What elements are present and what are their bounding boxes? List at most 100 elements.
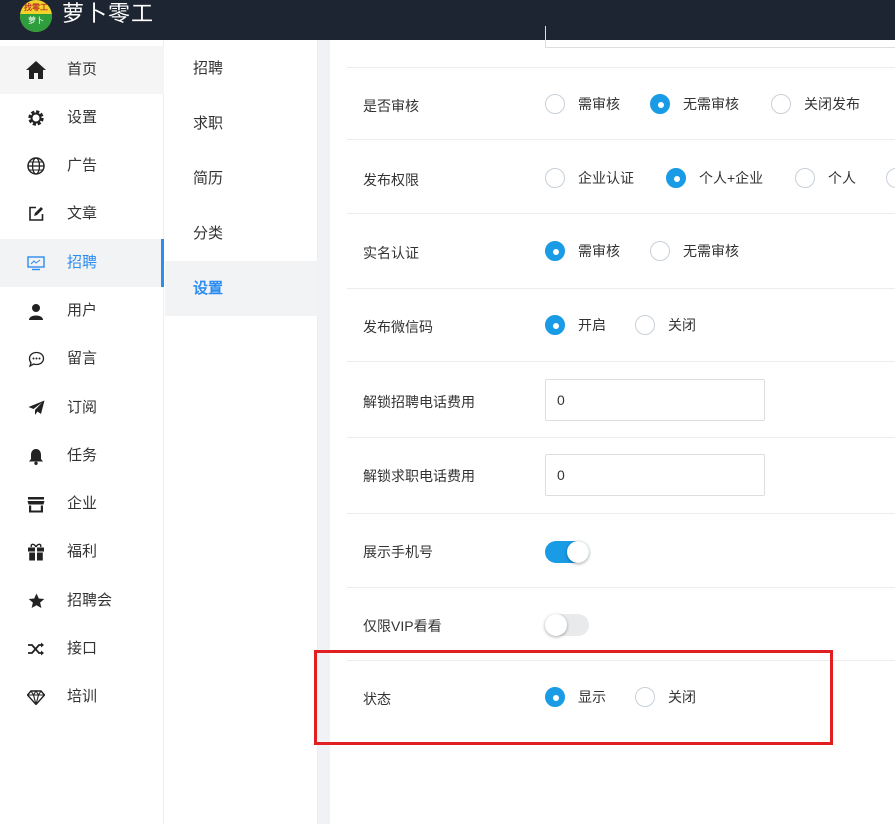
radio-circle[interactable] bbox=[545, 241, 565, 261]
radio-label: 个人+企业 bbox=[699, 170, 764, 186]
sidebar-item-label: 招聘 bbox=[67, 254, 98, 271]
sidebar-item-recruitment[interactable]: 招聘 bbox=[0, 239, 164, 287]
vip-only-toggle[interactable] bbox=[545, 614, 589, 636]
subnav-item-resumes[interactable]: 简历 bbox=[165, 151, 318, 206]
sidebar-item-label: 企业 bbox=[67, 495, 98, 512]
radio-label: 企业认证 bbox=[578, 170, 634, 186]
radio-real-name-not-required[interactable]: 无需审核 bbox=[650, 241, 739, 261]
setting-row-show-phone: 展示手机号 bbox=[347, 514, 895, 588]
radio-permission-personal[interactable]: 个人 bbox=[795, 168, 856, 188]
bell-icon bbox=[26, 446, 46, 466]
settings-form: 是否审核 需审核 无需审核 关闭发布 发布权限 企业认证 个人+企业 个人 实名… bbox=[330, 26, 895, 824]
unlock-seeker-phone-fee-input[interactable]: 0 bbox=[545, 454, 765, 496]
setting-row-unlock-seeker-phone-fee: 解锁求职电话费用 0 bbox=[347, 438, 895, 514]
radio-wechat-on[interactable]: 开启 bbox=[545, 315, 606, 335]
sidebar-item-training[interactable]: 培训 bbox=[0, 673, 164, 721]
edit-icon bbox=[26, 204, 46, 224]
star-icon bbox=[26, 591, 46, 611]
sub-navigation: 招聘 求职 简历 分类 设置 bbox=[165, 40, 318, 824]
radio-permission-personal-enterprise[interactable]: 个人+企业 bbox=[666, 168, 763, 188]
sidebar-item-label: 培训 bbox=[67, 688, 98, 705]
radio-status-show[interactable]: 显示 bbox=[545, 687, 606, 707]
setting-row-publish-permission: 发布权限 企业认证 个人+企业 个人 bbox=[347, 140, 895, 214]
radio-label: 开启 bbox=[578, 317, 606, 333]
radio-circle[interactable] bbox=[635, 315, 655, 335]
sidebar-item-ads[interactable]: 广告 bbox=[0, 142, 164, 190]
home-icon bbox=[26, 60, 46, 80]
unlock-seeker-phone-fee-label: 解锁求职电话费用 bbox=[363, 468, 475, 484]
radio-circle[interactable] bbox=[650, 94, 670, 114]
sidebar-item-subscriptions[interactable]: 订阅 bbox=[0, 384, 164, 432]
radio-circle[interactable] bbox=[545, 687, 565, 707]
radio-permission-enterprise-cert[interactable]: 企业认证 bbox=[545, 168, 634, 188]
status-label: 状态 bbox=[363, 691, 391, 707]
monitor-icon bbox=[26, 253, 46, 273]
toggle-knob bbox=[567, 541, 589, 563]
content-gutter bbox=[318, 40, 330, 824]
setting-row-wechat-code: 发布微信码 开启 关闭 bbox=[347, 289, 895, 362]
sidebar-item-messages[interactable]: 留言 bbox=[0, 335, 164, 383]
radio-circle[interactable] bbox=[795, 168, 815, 188]
radio-label: 关闭发布 bbox=[804, 96, 860, 112]
sidebar-item-settings[interactable]: 设置 bbox=[0, 94, 164, 142]
sidebar-item-label: 用户 bbox=[67, 302, 98, 319]
radio-label: 需审核 bbox=[578, 96, 620, 112]
show-phone-toggle[interactable] bbox=[545, 541, 589, 563]
globe-icon bbox=[26, 156, 46, 176]
radio-label: 关闭 bbox=[668, 689, 696, 705]
toggle-knob bbox=[545, 614, 567, 636]
wechat-code-label: 发布微信码 bbox=[363, 319, 433, 335]
setting-row-unlock-job-phone-fee: 解锁招聘电话费用 0 bbox=[347, 362, 895, 438]
radio-review-close-publish[interactable]: 关闭发布 bbox=[771, 94, 860, 114]
radio-label: 关闭 bbox=[668, 317, 696, 333]
radio-review-not-required[interactable]: 无需审核 bbox=[650, 94, 739, 114]
sidebar-item-label: 广告 bbox=[67, 157, 98, 174]
radio-permission-partial[interactable] bbox=[886, 168, 895, 188]
setting-row-review: 是否审核 需审核 无需审核 关闭发布 bbox=[347, 67, 895, 140]
sidebar-item-benefits[interactable]: 福利 bbox=[0, 528, 164, 576]
radio-circle[interactable] bbox=[771, 94, 791, 114]
gear-icon bbox=[26, 108, 46, 128]
sidebar-item-job-fair[interactable]: 招聘会 bbox=[0, 577, 164, 625]
sidebar-item-label: 福利 bbox=[67, 543, 98, 560]
radio-status-close[interactable]: 关闭 bbox=[635, 687, 696, 707]
shuffle-icon bbox=[26, 639, 46, 659]
radio-circle[interactable] bbox=[545, 168, 565, 188]
sidebar-item-users[interactable]: 用户 bbox=[0, 287, 164, 335]
sidebar-item-label: 接口 bbox=[67, 640, 98, 657]
unlock-job-phone-fee-input[interactable]: 0 bbox=[545, 379, 765, 421]
subnav-item-settings[interactable]: 设置 bbox=[165, 261, 318, 316]
radio-circle[interactable] bbox=[545, 315, 565, 335]
vip-only-label: 仅限VIP看看 bbox=[363, 618, 442, 634]
sidebar-item-label: 设置 bbox=[67, 109, 98, 126]
subnav-item-jobs[interactable]: 招聘 bbox=[165, 41, 318, 96]
main-sidebar: 首页 设置 广告 文章 招聘 用户 留言 订阅 任务 企业 福利 招聘会 接口 … bbox=[0, 40, 164, 824]
sidebar-item-enterprise[interactable]: 企业 bbox=[0, 480, 164, 528]
radio-circle[interactable] bbox=[635, 687, 655, 707]
paper-plane-icon bbox=[26, 398, 46, 418]
radio-label: 显示 bbox=[578, 689, 606, 705]
radio-label: 无需审核 bbox=[683, 243, 739, 259]
radio-circle[interactable] bbox=[650, 241, 670, 261]
sidebar-item-home[interactable]: 首页 bbox=[0, 46, 164, 94]
sidebar-item-api[interactable]: 接口 bbox=[0, 625, 164, 673]
sidebar-item-articles[interactable]: 文章 bbox=[0, 190, 164, 238]
setting-row-status: 状态 显示 关闭 bbox=[347, 661, 895, 735]
radio-real-name-required[interactable]: 需审核 bbox=[545, 241, 620, 261]
radio-circle[interactable] bbox=[666, 168, 686, 188]
radio-label: 个人 bbox=[828, 170, 856, 186]
publish-permission-label: 发布权限 bbox=[363, 172, 419, 188]
review-label: 是否审核 bbox=[363, 98, 419, 114]
setting-row-vip-only: 仅限VIP看看 bbox=[347, 588, 895, 661]
partial-input-field[interactable] bbox=[545, 26, 895, 48]
radio-review-required[interactable]: 需审核 bbox=[545, 94, 620, 114]
sidebar-item-label: 留言 bbox=[67, 350, 98, 367]
radio-wechat-off[interactable]: 关闭 bbox=[635, 315, 696, 335]
radio-circle[interactable] bbox=[545, 94, 565, 114]
sidebar-item-label: 订阅 bbox=[67, 399, 98, 416]
subnav-item-categories[interactable]: 分类 bbox=[165, 206, 318, 261]
store-icon bbox=[26, 494, 46, 514]
sidebar-item-tasks[interactable]: 任务 bbox=[0, 432, 164, 480]
subnav-item-job-seeking[interactable]: 求职 bbox=[165, 96, 318, 151]
app-title: 萝卜零工 bbox=[62, 1, 155, 26]
